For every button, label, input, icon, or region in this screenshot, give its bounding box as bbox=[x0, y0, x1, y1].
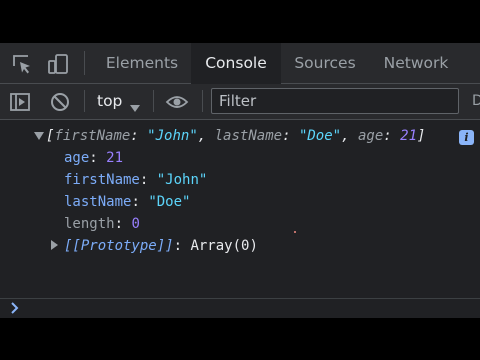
tab-sources[interactable]: Sources bbox=[285, 43, 365, 83]
filter-input[interactable] bbox=[211, 88, 459, 114]
cursor-mark bbox=[294, 231, 296, 233]
chevron-down-icon[interactable] bbox=[130, 98, 140, 117]
array-summary[interactable]: [firstName: "John", lastName: "Doe", age… bbox=[46, 125, 425, 147]
default-levels-truncated[interactable]: D bbox=[472, 93, 480, 109]
live-expression-eye-icon[interactable] bbox=[165, 91, 189, 117]
toolbar-separator bbox=[84, 51, 85, 75]
clear-console-icon[interactable] bbox=[49, 91, 71, 117]
device-toolbar-icon[interactable] bbox=[47, 53, 69, 79]
toolbar-separator bbox=[153, 90, 154, 112]
expand-triangle-right-icon[interactable] bbox=[51, 238, 59, 254]
expand-triangle-down-icon[interactable] bbox=[34, 129, 44, 145]
console-prompt[interactable] bbox=[0, 299, 480, 318]
property-row-firstname: firstName: "John" bbox=[64, 172, 208, 188]
devtools-panel: Elements Console Sources Network top Fil… bbox=[0, 43, 480, 318]
devtools-tab-bar: Elements Console Sources Network bbox=[0, 43, 480, 84]
context-selector[interactable]: top bbox=[97, 84, 122, 119]
property-row-length: length: 0 bbox=[64, 216, 140, 232]
property-row-age: age: 21 bbox=[64, 150, 124, 166]
tab-network[interactable]: Network bbox=[374, 43, 458, 83]
property-row-prototype[interactable]: [[Prototype]]: Array(0) bbox=[64, 235, 258, 257]
tab-console[interactable]: Console bbox=[191, 43, 281, 84]
show-sidebar-icon[interactable] bbox=[9, 91, 31, 117]
toolbar-separator bbox=[202, 90, 203, 112]
info-badge-icon[interactable]: i bbox=[459, 130, 474, 145]
tab-elements[interactable]: Elements bbox=[97, 43, 187, 83]
prompt-chevron-icon bbox=[11, 302, 19, 318]
property-row-lastname: lastName: "Doe" bbox=[64, 194, 191, 210]
inspect-element-icon[interactable] bbox=[11, 53, 33, 79]
console-toolbar: top D bbox=[0, 84, 480, 120]
toolbar-separator bbox=[84, 90, 85, 112]
console-output: [firstName: "John", lastName: "Doe", age… bbox=[0, 120, 480, 318]
